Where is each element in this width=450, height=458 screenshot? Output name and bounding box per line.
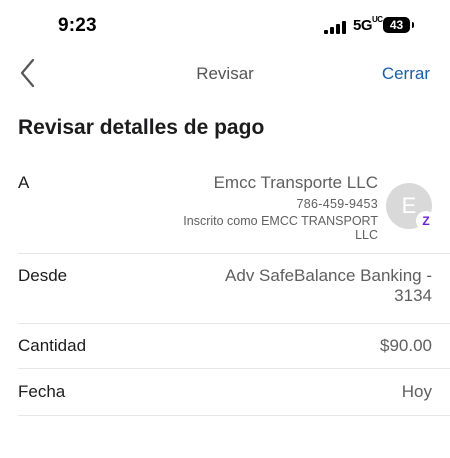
close-button[interactable]: Cerrar xyxy=(382,64,430,84)
amount-row: Cantidad $90.00 xyxy=(18,324,450,369)
network-type: 5GUC xyxy=(353,15,383,34)
date-row: Fecha Hoy xyxy=(18,369,450,416)
date-label: Fecha xyxy=(18,382,66,401)
battery-icon: 43 xyxy=(383,17,410,33)
page-title: Revisar detalles de pago xyxy=(18,116,265,139)
recipient-phone: 786-459-9453 xyxy=(296,197,378,211)
recipient-row: A Emcc Transporte LLC 786-459-9453 Inscr… xyxy=(18,165,450,254)
recipient-enrolled-as: Inscrito como EMCC TRANSPORT LLC xyxy=(183,214,378,242)
network-type-label: 5G xyxy=(353,17,373,34)
from-account: Adv SafeBalance Banking - 3134 xyxy=(225,266,432,305)
recipient-details: Emcc Transporte LLC 786-459-9453 Inscrit… xyxy=(168,173,378,242)
status-bar: 9:23 5GUC 43 xyxy=(0,0,450,50)
cellular-signal-icon xyxy=(324,21,346,34)
network-type-suffix: UC xyxy=(372,15,383,24)
amount-value: $90.00 xyxy=(380,336,432,355)
nav-bar: Revisar Cerrar xyxy=(0,50,450,96)
date-value: Hoy xyxy=(401,382,432,401)
amount-label: Cantidad xyxy=(18,336,87,355)
recipient-label: A xyxy=(18,173,30,192)
from-label: Desde xyxy=(18,266,68,285)
battery-cap xyxy=(412,22,414,28)
recipient-name: Emcc Transporte LLC xyxy=(213,173,378,192)
from-row: Desde Adv SafeBalance Banking - 3134 xyxy=(18,254,450,324)
battery-level: 43 xyxy=(389,18,404,32)
status-time: 9:23 xyxy=(58,15,97,36)
zelle-icon: Z xyxy=(416,211,436,231)
